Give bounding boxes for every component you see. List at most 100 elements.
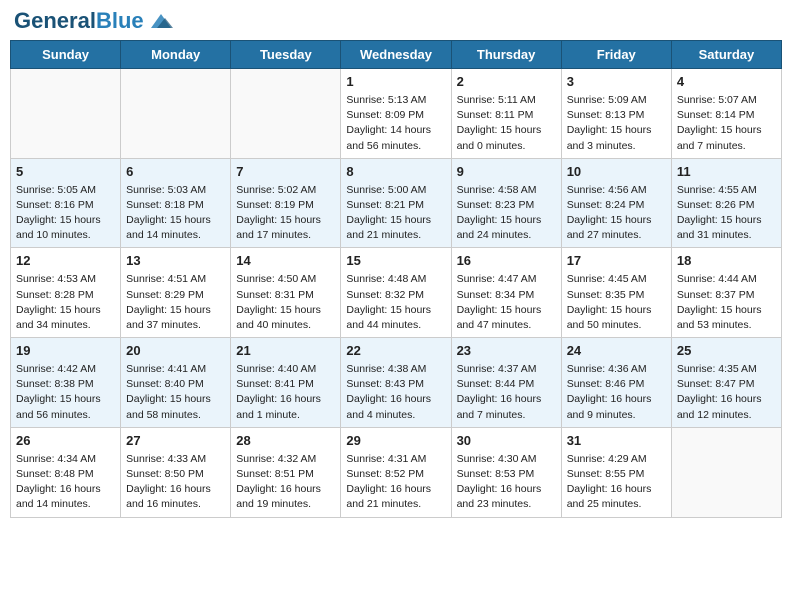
- day-number: 26: [16, 432, 115, 451]
- cell-info-line: Daylight: 16 hours: [567, 482, 666, 497]
- day-number: 31: [567, 432, 666, 451]
- dow-cell: Saturday: [671, 41, 781, 69]
- cell-info-line: and 1 minute.: [236, 408, 335, 423]
- calendar-cell: 12Sunrise: 4:53 AMSunset: 8:28 PMDayligh…: [11, 248, 121, 338]
- day-number: 8: [346, 163, 445, 182]
- cell-info-line: Daylight: 16 hours: [16, 482, 115, 497]
- cell-info-line: Sunset: 8:16 PM: [16, 198, 115, 213]
- dow-cell: Sunday: [11, 41, 121, 69]
- cell-info-line: and 4 minutes.: [346, 408, 445, 423]
- calendar-cell: 17Sunrise: 4:45 AMSunset: 8:35 PMDayligh…: [561, 248, 671, 338]
- cell-info-line: Sunset: 8:13 PM: [567, 108, 666, 123]
- calendar-cell: [121, 69, 231, 159]
- cell-info-line: Daylight: 15 hours: [236, 303, 335, 318]
- cell-info-line: Sunrise: 4:44 AM: [677, 272, 776, 287]
- cell-info-line: Sunset: 8:14 PM: [677, 108, 776, 123]
- cell-info-line: Daylight: 16 hours: [126, 482, 225, 497]
- day-number: 18: [677, 252, 776, 271]
- cell-info-line: and 7 minutes.: [677, 139, 776, 154]
- day-number: 24: [567, 342, 666, 361]
- cell-info-line: Sunrise: 4:42 AM: [16, 362, 115, 377]
- cell-info-line: Daylight: 15 hours: [457, 303, 556, 318]
- cell-info-line: and 23 minutes.: [457, 497, 556, 512]
- cell-info-line: and 56 minutes.: [346, 139, 445, 154]
- calendar-cell: 31Sunrise: 4:29 AMSunset: 8:55 PMDayligh…: [561, 427, 671, 517]
- calendar-cell: 10Sunrise: 4:56 AMSunset: 8:24 PMDayligh…: [561, 158, 671, 248]
- cell-info-line: and 16 minutes.: [126, 497, 225, 512]
- day-number: 22: [346, 342, 445, 361]
- cell-info-line: Daylight: 15 hours: [457, 213, 556, 228]
- calendar-cell: 6Sunrise: 5:03 AMSunset: 8:18 PMDaylight…: [121, 158, 231, 248]
- cell-info-line: and 47 minutes.: [457, 318, 556, 333]
- calendar-cell: 2Sunrise: 5:11 AMSunset: 8:11 PMDaylight…: [451, 69, 561, 159]
- calendar-cell: 9Sunrise: 4:58 AMSunset: 8:23 PMDaylight…: [451, 158, 561, 248]
- cell-info-line: Sunrise: 4:30 AM: [457, 452, 556, 467]
- calendar-cell: 8Sunrise: 5:00 AMSunset: 8:21 PMDaylight…: [341, 158, 451, 248]
- cell-info-line: Daylight: 15 hours: [126, 303, 225, 318]
- cell-info-line: and 17 minutes.: [236, 228, 335, 243]
- cell-info-line: Sunset: 8:28 PM: [16, 288, 115, 303]
- day-number: 17: [567, 252, 666, 271]
- cell-info-line: and 10 minutes.: [16, 228, 115, 243]
- day-number: 30: [457, 432, 556, 451]
- day-number: 1: [346, 73, 445, 92]
- cell-info-line: and 50 minutes.: [567, 318, 666, 333]
- calendar-week-row: 5Sunrise: 5:05 AMSunset: 8:16 PMDaylight…: [11, 158, 782, 248]
- day-number: 28: [236, 432, 335, 451]
- logo-icon: [147, 10, 175, 32]
- day-number: 27: [126, 432, 225, 451]
- cell-info-line: Sunrise: 5:09 AM: [567, 93, 666, 108]
- calendar-cell: 23Sunrise: 4:37 AMSunset: 8:44 PMDayligh…: [451, 338, 561, 428]
- calendar-cell: 19Sunrise: 4:42 AMSunset: 8:38 PMDayligh…: [11, 338, 121, 428]
- cell-info-line: Sunset: 8:34 PM: [457, 288, 556, 303]
- cell-info-line: Sunset: 8:24 PM: [567, 198, 666, 213]
- calendar-cell: 28Sunrise: 4:32 AMSunset: 8:51 PMDayligh…: [231, 427, 341, 517]
- day-number: 7: [236, 163, 335, 182]
- day-number: 11: [677, 163, 776, 182]
- cell-info-line: Sunset: 8:51 PM: [236, 467, 335, 482]
- cell-info-line: Sunset: 8:52 PM: [346, 467, 445, 482]
- calendar-cell: 22Sunrise: 4:38 AMSunset: 8:43 PMDayligh…: [341, 338, 451, 428]
- cell-info-line: Daylight: 15 hours: [677, 303, 776, 318]
- cell-info-line: Daylight: 15 hours: [567, 303, 666, 318]
- logo: GeneralBlue: [14, 10, 175, 32]
- day-number: 2: [457, 73, 556, 92]
- day-number: 5: [16, 163, 115, 182]
- calendar-cell: 5Sunrise: 5:05 AMSunset: 8:16 PMDaylight…: [11, 158, 121, 248]
- calendar-cell: 29Sunrise: 4:31 AMSunset: 8:52 PMDayligh…: [341, 427, 451, 517]
- cell-info-line: Sunset: 8:38 PM: [16, 377, 115, 392]
- cell-info-line: Daylight: 16 hours: [236, 482, 335, 497]
- cell-info-line: and 12 minutes.: [677, 408, 776, 423]
- cell-info-line: Sunset: 8:47 PM: [677, 377, 776, 392]
- cell-info-line: Sunrise: 4:40 AM: [236, 362, 335, 377]
- calendar-table: SundayMondayTuesdayWednesdayThursdayFrid…: [10, 40, 782, 518]
- cell-info-line: Sunset: 8:21 PM: [346, 198, 445, 213]
- cell-info-line: Sunset: 8:44 PM: [457, 377, 556, 392]
- day-number: 13: [126, 252, 225, 271]
- calendar-cell: 14Sunrise: 4:50 AMSunset: 8:31 PMDayligh…: [231, 248, 341, 338]
- cell-info-line: Daylight: 15 hours: [16, 392, 115, 407]
- calendar-cell: 3Sunrise: 5:09 AMSunset: 8:13 PMDaylight…: [561, 69, 671, 159]
- cell-info-line: and 3 minutes.: [567, 139, 666, 154]
- cell-info-line: and 21 minutes.: [346, 228, 445, 243]
- cell-info-line: Sunrise: 5:03 AM: [126, 183, 225, 198]
- cell-info-line: and 56 minutes.: [16, 408, 115, 423]
- cell-info-line: and 14 minutes.: [16, 497, 115, 512]
- cell-info-line: Daylight: 15 hours: [16, 213, 115, 228]
- cell-info-line: Sunset: 8:41 PM: [236, 377, 335, 392]
- day-number: 25: [677, 342, 776, 361]
- cell-info-line: Daylight: 16 hours: [346, 392, 445, 407]
- cell-info-line: and 34 minutes.: [16, 318, 115, 333]
- cell-info-line: and 19 minutes.: [236, 497, 335, 512]
- calendar-cell: 24Sunrise: 4:36 AMSunset: 8:46 PMDayligh…: [561, 338, 671, 428]
- cell-info-line: Sunset: 8:19 PM: [236, 198, 335, 213]
- cell-info-line: Sunset: 8:55 PM: [567, 467, 666, 482]
- cell-info-line: Sunset: 8:43 PM: [346, 377, 445, 392]
- day-number: 21: [236, 342, 335, 361]
- cell-info-line: Daylight: 15 hours: [126, 392, 225, 407]
- cell-info-line: and 25 minutes.: [567, 497, 666, 512]
- day-number: 9: [457, 163, 556, 182]
- cell-info-line: and 9 minutes.: [567, 408, 666, 423]
- cell-info-line: Sunrise: 4:53 AM: [16, 272, 115, 287]
- day-number: 29: [346, 432, 445, 451]
